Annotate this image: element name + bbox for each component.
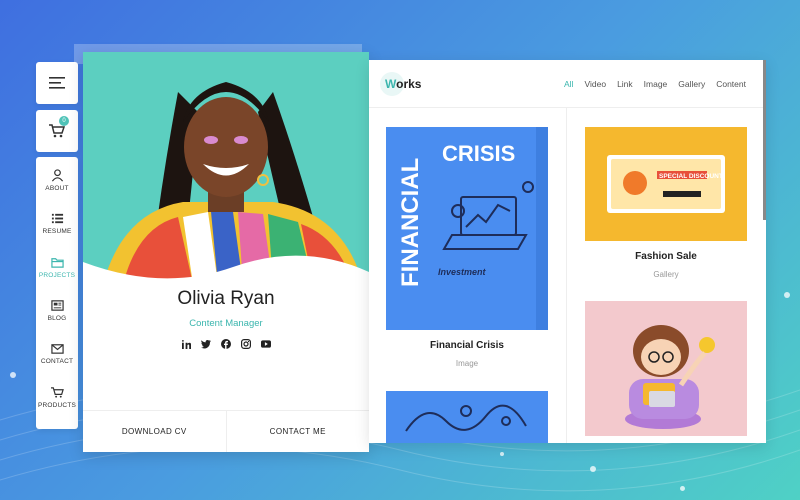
- filter-image[interactable]: Image: [644, 79, 668, 89]
- svg-text:CRISIS: CRISIS: [442, 141, 515, 166]
- sidebar-item-label: RESUME: [42, 228, 72, 236]
- background-dot: [10, 372, 16, 378]
- background-dot: [590, 466, 596, 472]
- works-panel: Works All Video Link Image Gallery Conte…: [369, 60, 766, 443]
- folder-icon: [50, 257, 64, 268]
- filter-content[interactable]: Content: [716, 79, 746, 89]
- fashion-sale-poster: SPECIAL DISCOUNT!: [585, 127, 747, 241]
- profile-name: Olivia Ryan: [177, 288, 275, 309]
- sidebar-item-label: PROJECTS: [38, 271, 76, 279]
- list-icon: [51, 214, 63, 224]
- instagram-icon[interactable]: [241, 339, 251, 349]
- background-dot: [500, 452, 504, 456]
- filter-gallery[interactable]: Gallery: [678, 79, 705, 89]
- sidebar-item-blog[interactable]: BLOG: [36, 299, 78, 342]
- filter-video[interactable]: Video: [584, 79, 606, 89]
- work-item-partial[interactable]: [386, 391, 548, 443]
- download-cv-button[interactable]: DOWNLOAD CV: [83, 411, 227, 452]
- svg-text:SPECIAL DISCOUNT!: SPECIAL DISCOUNT!: [659, 173, 725, 180]
- column-divider: [566, 108, 567, 443]
- profile-role: Content Manager: [189, 318, 263, 329]
- work-title[interactable]: Fashion Sale: [585, 251, 747, 262]
- works-header: Works All Video Link Image Gallery Conte…: [369, 60, 766, 108]
- hamburger-icon: [49, 77, 65, 89]
- sidebar-item-label: PRODUCTS: [37, 401, 77, 409]
- cart-button[interactable]: 0: [36, 110, 78, 152]
- cart-icon: [49, 124, 65, 138]
- scrollbar[interactable]: [763, 60, 766, 220]
- filter-link[interactable]: Link: [617, 79, 633, 89]
- work-category: Image: [455, 359, 479, 368]
- profile-photo: [83, 52, 369, 284]
- filter-all[interactable]: All: [564, 79, 573, 89]
- sidebar-nav: ABOUT RESUME PROJECTS BLOG CONTACT PRODU…: [36, 157, 78, 429]
- work-item-character[interactable]: [585, 301, 747, 436]
- work-category: Gallery: [653, 270, 679, 279]
- work-title[interactable]: Financial Crisis: [386, 340, 548, 351]
- youtube-icon[interactable]: [261, 339, 271, 349]
- sidebar-item-products[interactable]: PRODUCTS: [36, 386, 78, 429]
- work-item-financial-crisis[interactable]: CRISIS FINANCIAL Investment: [386, 127, 548, 330]
- svg-text:Investment: Investment: [438, 267, 487, 277]
- work-item-fashion-sale[interactable]: SPECIAL DISCOUNT!: [585, 127, 747, 241]
- sidebar-item-resume[interactable]: RESUME: [36, 212, 78, 255]
- profile-actions: DOWNLOAD CV CONTACT ME: [83, 410, 369, 452]
- social-links: [83, 339, 369, 349]
- background-dot: [680, 486, 685, 491]
- sidebar-item-label: CONTACT: [40, 358, 74, 366]
- character-illustration: [585, 301, 747, 436]
- sidebar-item-about[interactable]: ABOUT: [36, 169, 78, 212]
- sidebar-item-label: ABOUT: [45, 185, 69, 192]
- financial-crisis-poster: CRISIS FINANCIAL Investment: [386, 127, 548, 330]
- cart-icon: [50, 386, 64, 398]
- svg-text:FINANCIAL: FINANCIAL: [397, 158, 424, 287]
- contact-me-button[interactable]: CONTACT ME: [227, 411, 370, 452]
- works-filters: All Video Link Image Gallery Content: [564, 79, 746, 89]
- cart-count-badge: 0: [59, 116, 69, 126]
- facebook-icon[interactable]: [221, 339, 231, 349]
- sidebar-item-projects[interactable]: PROJECTS: [36, 256, 78, 299]
- blue-poster-partial: [386, 391, 548, 443]
- twitter-icon[interactable]: [201, 339, 211, 349]
- background-dot: [784, 292, 790, 298]
- newspaper-icon: [50, 300, 64, 311]
- menu-button[interactable]: [36, 62, 78, 104]
- user-icon: [51, 169, 63, 182]
- photo-wave: [83, 255, 369, 284]
- sidebar-item-label: BLOG: [47, 314, 67, 322]
- linkedin-icon[interactable]: [181, 339, 191, 349]
- sidebar-item-contact[interactable]: CONTACT: [36, 342, 78, 385]
- mail-icon: [50, 344, 64, 355]
- works-title: Works: [385, 77, 422, 91]
- profile-card: Olivia Ryan Content Manager DOWNLOAD CV …: [83, 52, 369, 452]
